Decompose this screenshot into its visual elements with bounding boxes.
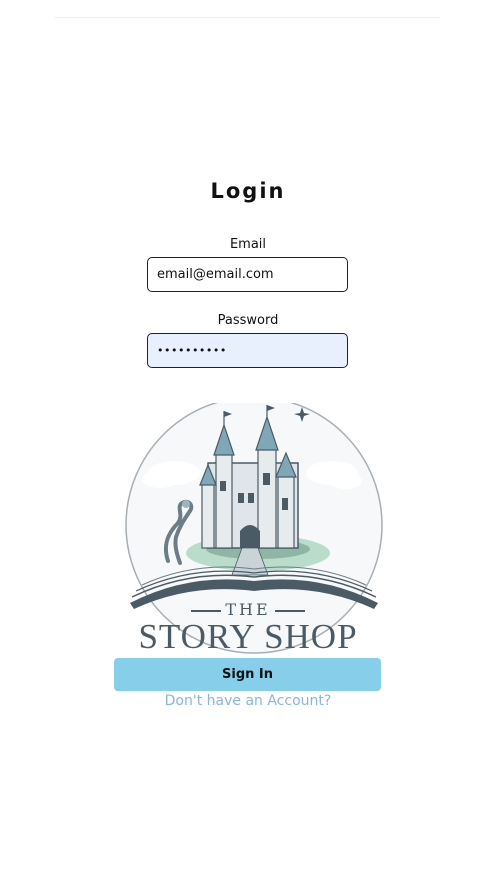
password-field[interactable] [147, 333, 348, 368]
signup-link[interactable]: Don't have an Account? [0, 693, 496, 709]
login-page: Login Email Password [0, 0, 496, 889]
email-field[interactable] [147, 257, 348, 292]
top-divider [55, 17, 440, 18]
logo-dash-left [191, 609, 222, 612]
page-title: Login [210, 179, 286, 203]
logo-text-name: STORY SHOP [138, 617, 358, 656]
email-label: Email [229, 237, 267, 252]
serpent-head [182, 500, 190, 508]
password-label: Password [217, 313, 279, 328]
sign-in-button[interactable]: Sign In [114, 658, 381, 691]
logo-dash-right [274, 609, 305, 612]
